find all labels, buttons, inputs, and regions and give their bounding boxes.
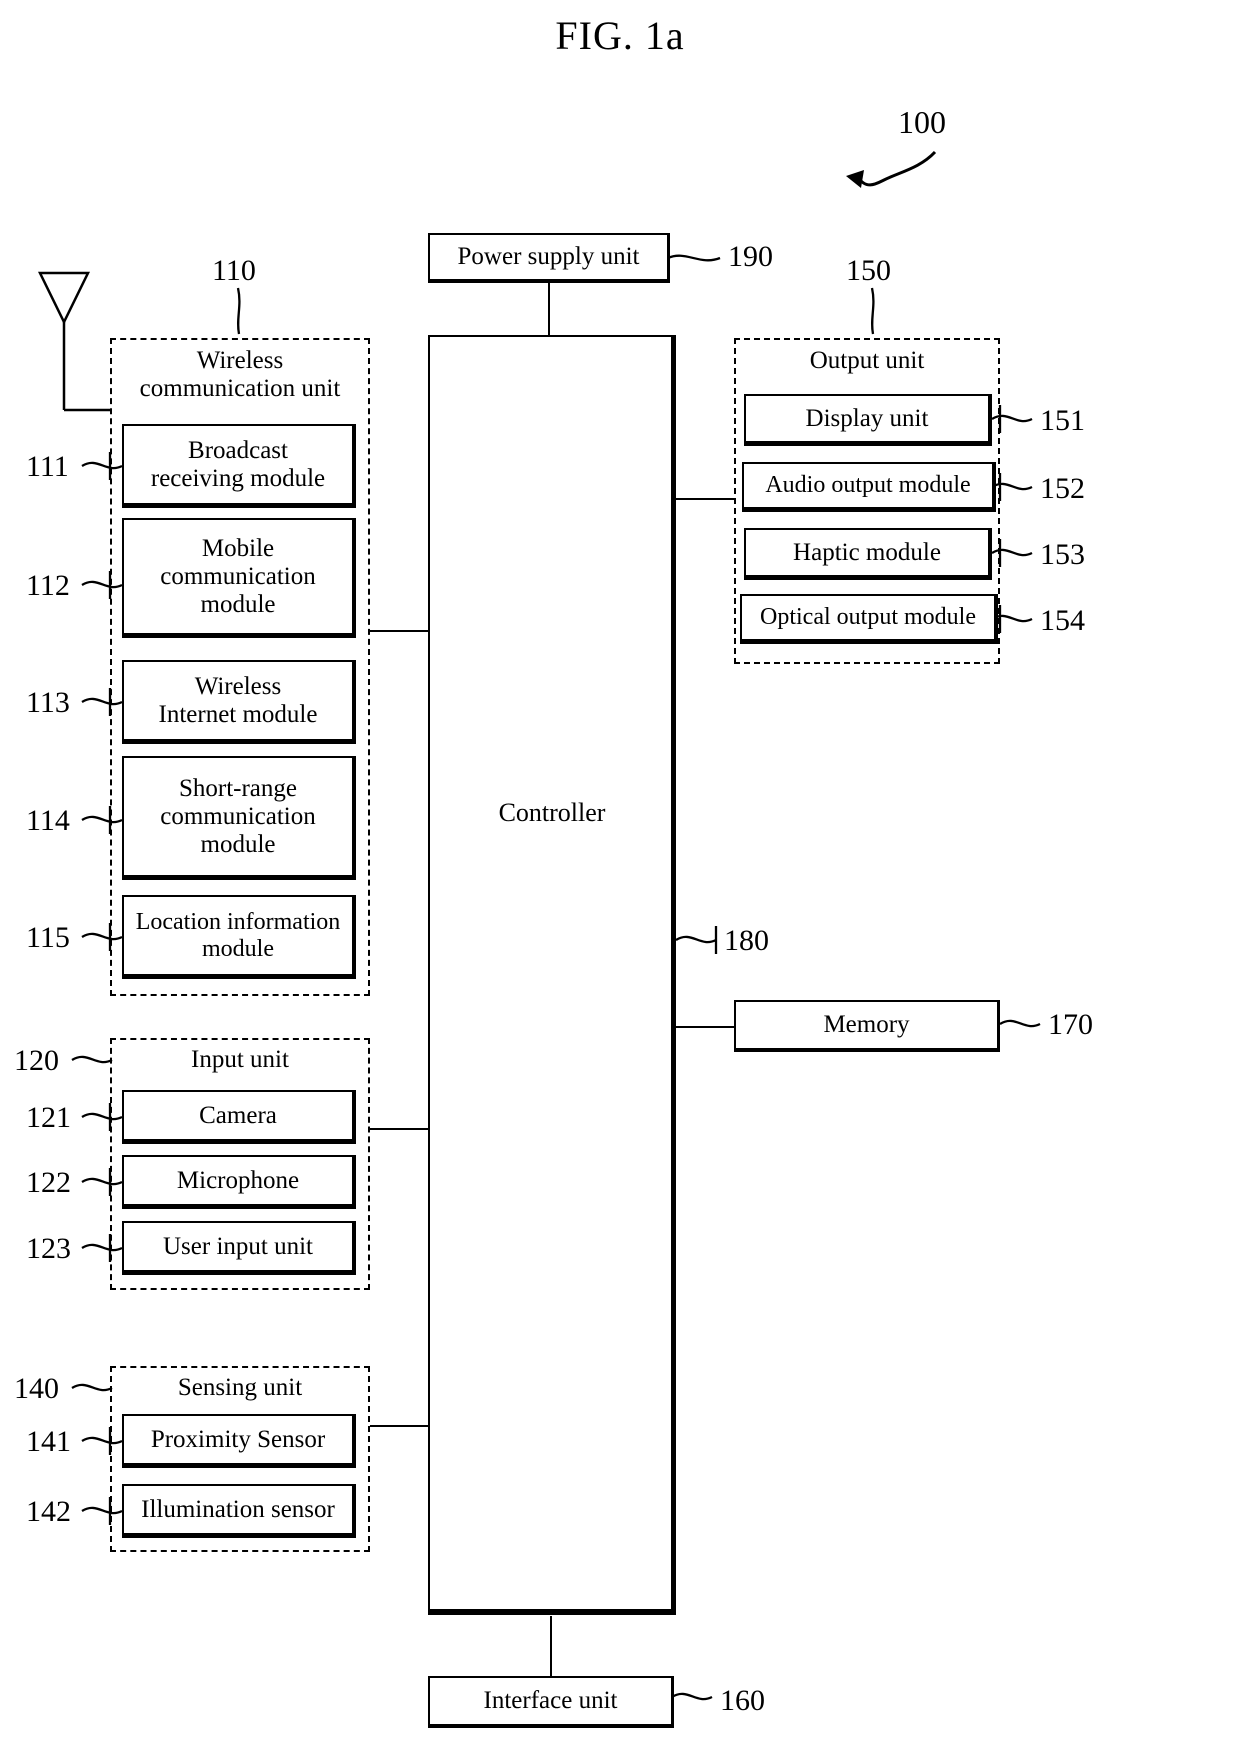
wireless-communication-unit-title: Wireless communication unit	[110, 347, 370, 403]
location-information-module-label-line2: module	[201, 935, 274, 962]
broadcast-receiving-module-label-line1: Broadcast	[188, 436, 288, 464]
mobile-communication-module-label-line2: communication	[160, 562, 316, 590]
memory-box[interactable]: Memory	[734, 1000, 1000, 1052]
ref-113: 113	[26, 686, 70, 719]
ref-121: 121	[26, 1101, 71, 1134]
display-unit-label: Display unit	[805, 404, 929, 432]
short-range-communication-module-box[interactable]: Short-range communication module	[122, 756, 356, 880]
ref-100: 100	[898, 104, 946, 140]
optical-output-module-box[interactable]: Optical output module	[740, 594, 998, 644]
connector-sensing-to-controller	[370, 1425, 430, 1427]
output-unit-title: Output unit	[809, 347, 925, 374]
controller-label: Controller	[498, 798, 606, 827]
connector-wireless-to-controller	[370, 630, 430, 632]
ref-180: 180	[724, 924, 769, 957]
power-supply-unit-label: Power supply unit	[457, 243, 640, 270]
connector-input-to-controller	[370, 1128, 430, 1130]
ref-141: 141	[26, 1425, 71, 1458]
ref-111: 111	[26, 450, 69, 483]
ref-151: 151	[1040, 404, 1085, 437]
ref-152: 152	[1040, 472, 1085, 505]
mobile-communication-module-label-line3: module	[200, 590, 276, 618]
audio-output-module-box[interactable]: Audio output module	[742, 462, 996, 512]
wireless-internet-module-label-line1: Wireless	[194, 672, 282, 700]
audio-output-module-label: Audio output module	[765, 472, 971, 499]
connector-power-to-controller	[548, 283, 550, 335]
ref-114: 114	[26, 804, 70, 837]
connector-controller-to-memory	[676, 1026, 736, 1028]
display-unit-box[interactable]: Display unit	[744, 394, 992, 446]
short-range-communication-module-label-line3: module	[200, 830, 276, 858]
ref-122: 122	[26, 1166, 71, 1199]
connector-controller-to-interface	[550, 1616, 552, 1676]
connector-controller-to-output	[676, 498, 736, 500]
curved-arrow-head	[846, 170, 864, 188]
wireless-internet-module-label-line2: Internet module	[158, 700, 318, 728]
wireless-title-line1: Wireless	[196, 347, 284, 374]
memory-label: Memory	[823, 1011, 910, 1038]
ref-120: 120	[14, 1044, 59, 1077]
sensing-unit-title: Sensing unit	[177, 1374, 303, 1401]
ref-154: 154	[1040, 604, 1085, 637]
ref-190: 190	[728, 240, 773, 273]
ref-150: 150	[846, 254, 891, 287]
wireless-internet-module-box[interactable]: Wireless Internet module	[122, 660, 356, 744]
figure-title: FIG. 1a	[555, 13, 685, 58]
wireless-title-line2: communication unit	[139, 375, 341, 402]
short-range-communication-module-label-line1: Short-range	[178, 774, 298, 802]
illumination-sensor-label: Illumination sensor	[141, 1495, 335, 1523]
ref-153: 153	[1040, 538, 1085, 571]
antenna-icon	[37, 271, 110, 412]
patent-figure-page: FIG. 1a Power supply unit 190 100 Contro…	[0, 0, 1240, 1755]
input-unit-title: Input unit	[191, 1046, 289, 1073]
ref-170: 170	[1048, 1008, 1093, 1041]
ref-115: 115	[26, 921, 70, 954]
haptic-module-label: Haptic module	[793, 538, 941, 566]
microphone-label: Microphone	[176, 1166, 300, 1194]
camera-label: Camera	[199, 1101, 277, 1129]
power-supply-unit-box[interactable]: Power supply unit	[428, 233, 670, 283]
optical-output-module-label: Optical output module	[760, 604, 976, 631]
proximity-sensor-box[interactable]: Proximity Sensor	[122, 1414, 356, 1468]
user-input-unit-box[interactable]: User input unit	[122, 1221, 356, 1275]
connector-antenna-to-wireless	[64, 409, 112, 411]
broadcast-receiving-module-box[interactable]: Broadcast receiving module	[122, 424, 356, 508]
controller-box[interactable]	[428, 335, 676, 1615]
proximity-sensor-label: Proximity Sensor	[150, 1425, 326, 1453]
mobile-communication-module-box[interactable]: Mobile communication module	[122, 518, 356, 638]
haptic-module-box[interactable]: Haptic module	[744, 528, 992, 580]
ref-112: 112	[26, 569, 70, 602]
location-information-module-label-line1: Location information	[135, 908, 341, 935]
interface-unit-box[interactable]: Interface unit	[428, 1676, 674, 1728]
ref-140: 140	[14, 1372, 59, 1405]
mobile-communication-module-label-line1: Mobile	[201, 534, 275, 562]
short-range-communication-module-label-line2: communication	[160, 802, 316, 830]
curved-arrow-icon	[856, 150, 937, 187]
ref-110: 110	[212, 254, 256, 287]
camera-box[interactable]: Camera	[122, 1090, 356, 1144]
illumination-sensor-box[interactable]: Illumination sensor	[122, 1484, 356, 1538]
broadcast-receiving-module-label-line2: receiving module	[150, 464, 326, 492]
user-input-unit-label: User input unit	[163, 1232, 313, 1260]
interface-unit-label: Interface unit	[483, 1687, 618, 1714]
ref-142: 142	[26, 1495, 71, 1528]
microphone-box[interactable]: Microphone	[122, 1155, 356, 1209]
ref-160: 160	[720, 1684, 765, 1717]
location-information-module-box[interactable]: Location information module	[122, 895, 356, 979]
ref-123: 123	[26, 1232, 71, 1265]
